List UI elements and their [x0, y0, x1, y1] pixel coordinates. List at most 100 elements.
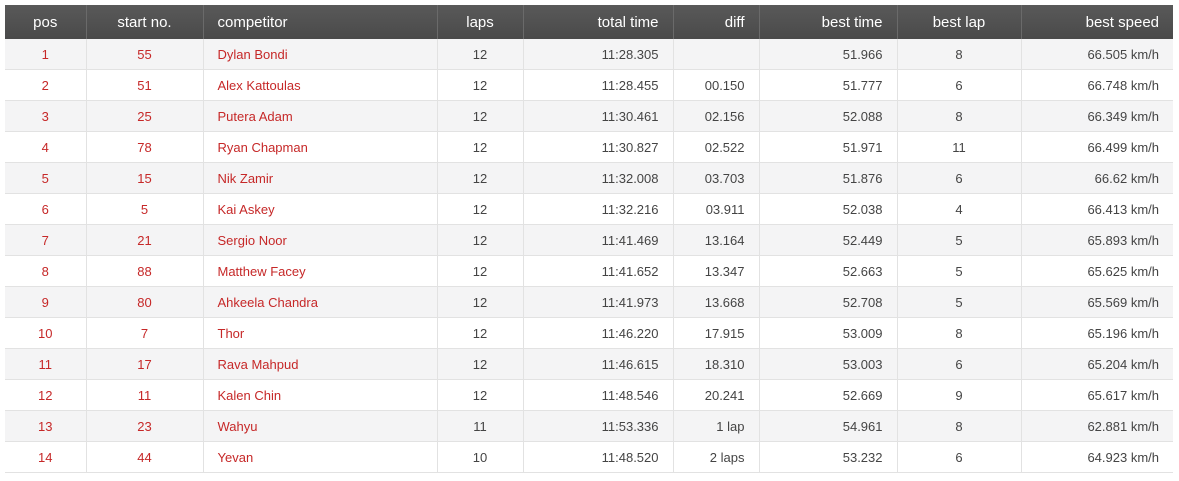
- best-lap-cell: 8: [897, 100, 1022, 132]
- laps-cell: 12: [437, 348, 524, 380]
- competitor-cell: Dylan Bondi: [203, 39, 438, 70]
- start-no-cell: 15: [86, 162, 204, 194]
- laps-cell: 12: [437, 131, 524, 163]
- laps-cell: 12: [437, 317, 524, 349]
- race-results-table: pos start no. competitor laps total time…: [5, 5, 1173, 473]
- results-table-container: pos start no. competitor laps total time…: [5, 5, 1173, 473]
- header-best-speed[interactable]: best speed: [1021, 5, 1173, 39]
- best-lap-cell: 6: [897, 162, 1022, 194]
- competitor-cell: Sergio Noor: [203, 224, 438, 256]
- competitor-cell: Matthew Facey: [203, 255, 438, 287]
- total-time-cell: 11:28.455: [523, 69, 674, 101]
- table-row: 13 23 Wahyu 11 11:53.336 1 lap 54.961 8 62.881 k…: [5, 410, 1173, 442]
- competitor-cell: Nik Zamir: [203, 162, 438, 194]
- header-total-time[interactable]: total time: [523, 5, 674, 39]
- best-time-cell: 52.038: [759, 193, 898, 225]
- best-speed-cell: 65.625 km/h: [1021, 255, 1173, 287]
- total-time-cell: 11:41.652: [523, 255, 674, 287]
- total-time-cell: 11:48.546: [523, 379, 674, 411]
- pos-cell: 6: [5, 193, 87, 225]
- start-no-cell: 51: [86, 69, 204, 101]
- competitor-link[interactable]: Ryan Chapman: [218, 140, 308, 155]
- laps-cell: 12: [437, 100, 524, 132]
- start-no-cell: 21: [86, 224, 204, 256]
- diff-cell: 03.703: [673, 162, 760, 194]
- total-time-cell: 11:30.827: [523, 131, 674, 163]
- total-time-cell: 11:30.461: [523, 100, 674, 132]
- pos-cell: 2: [5, 69, 87, 101]
- table-row: 11 17 Rava Mahpud 12 11:46.615 18.310 53.003 6 6…: [5, 348, 1173, 380]
- best-time-cell: 51.971: [759, 131, 898, 163]
- competitor-link[interactable]: Rava Mahpud: [218, 357, 299, 372]
- competitor-link[interactable]: Wahyu: [218, 419, 258, 434]
- competitor-cell: Kalen Chin: [203, 379, 438, 411]
- table-row: 12 11 Kalen Chin 12 11:48.546 20.241 52.669 9 65…: [5, 379, 1173, 411]
- best-speed-cell: 66.505 km/h: [1021, 39, 1173, 70]
- pos-cell: 5: [5, 162, 87, 194]
- diff-cell: 18.310: [673, 348, 760, 380]
- best-time-cell: 53.232: [759, 441, 898, 473]
- header-laps[interactable]: laps: [437, 5, 524, 39]
- best-lap-cell: 5: [897, 224, 1022, 256]
- diff-cell: 13.347: [673, 255, 760, 287]
- best-time-cell: 52.088: [759, 100, 898, 132]
- header-best-time[interactable]: best time: [759, 5, 898, 39]
- competitor-cell: Ryan Chapman: [203, 131, 438, 163]
- total-time-cell: 11:28.305: [523, 39, 674, 70]
- competitor-link[interactable]: Yevan: [218, 450, 254, 465]
- header-competitor[interactable]: competitor: [203, 5, 438, 39]
- best-speed-cell: 66.349 km/h: [1021, 100, 1173, 132]
- competitor-link[interactable]: Putera Adam: [218, 109, 293, 124]
- best-time-cell: 51.966: [759, 39, 898, 70]
- best-speed-cell: 64.923 km/h: [1021, 441, 1173, 473]
- best-time-cell: 52.663: [759, 255, 898, 287]
- pos-cell: 11: [5, 348, 87, 380]
- best-lap-cell: 8: [897, 39, 1022, 70]
- competitor-link[interactable]: Ahkeela Chandra: [218, 295, 318, 310]
- start-no-cell: 23: [86, 410, 204, 442]
- best-speed-cell: 65.893 km/h: [1021, 224, 1173, 256]
- competitor-link[interactable]: Kalen Chin: [218, 388, 282, 403]
- table-row: 7 21 Sergio Noor 12 11:41.469 13.164 52.449 5 65…: [5, 224, 1173, 256]
- competitor-link[interactable]: Thor: [218, 326, 245, 341]
- competitor-link[interactable]: Sergio Noor: [218, 233, 287, 248]
- best-speed-cell: 66.62 km/h: [1021, 162, 1173, 194]
- pos-cell: 3: [5, 100, 87, 132]
- total-time-cell: 11:32.216: [523, 193, 674, 225]
- best-speed-cell: 66.748 km/h: [1021, 69, 1173, 101]
- competitor-cell: Rava Mahpud: [203, 348, 438, 380]
- competitor-link[interactable]: Alex Kattoulas: [218, 78, 301, 93]
- total-time-cell: 11:48.520: [523, 441, 674, 473]
- header-diff[interactable]: diff: [673, 5, 760, 39]
- laps-cell: 10: [437, 441, 524, 473]
- header-start-no[interactable]: start no.: [86, 5, 204, 39]
- header-pos[interactable]: pos: [5, 5, 87, 39]
- competitor-cell: Alex Kattoulas: [203, 69, 438, 101]
- table-row: 2 51 Alex Kattoulas 12 11:28.455 00.150 51.777…: [5, 69, 1173, 101]
- competitor-link[interactable]: Nik Zamir: [218, 171, 274, 186]
- diff-cell: 00.150: [673, 69, 760, 101]
- competitor-link[interactable]: Matthew Facey: [218, 264, 306, 279]
- start-no-cell: 7: [86, 317, 204, 349]
- table-row: 6 5 Kai Askey 12 11:32.216 03.911 52.038 4 66.41…: [5, 193, 1173, 225]
- table-row: 3 25 Putera Adam 12 11:30.461 02.156 52.088 8 66…: [5, 100, 1173, 132]
- table-row: 9 80 Ahkeela Chandra 12 11:41.973 13.668 52.70…: [5, 286, 1173, 318]
- pos-cell: 1: [5, 39, 87, 70]
- diff-cell: 02.522: [673, 131, 760, 163]
- best-time-cell: 54.961: [759, 410, 898, 442]
- header-best-lap[interactable]: best lap: [897, 5, 1022, 39]
- table-row: 5 15 Nik Zamir 12 11:32.008 03.703 51.876 6 66.6…: [5, 162, 1173, 194]
- competitor-cell: Thor: [203, 317, 438, 349]
- best-speed-cell: 66.413 km/h: [1021, 193, 1173, 225]
- start-no-cell: 78: [86, 131, 204, 163]
- laps-cell: 12: [437, 162, 524, 194]
- best-lap-cell: 11: [897, 131, 1022, 163]
- best-time-cell: 52.449: [759, 224, 898, 256]
- competitor-link[interactable]: Dylan Bondi: [218, 47, 288, 62]
- pos-cell: 12: [5, 379, 87, 411]
- competitor-link[interactable]: Kai Askey: [218, 202, 275, 217]
- table-body: 1 55 Dylan Bondi 12 11:28.305 51.966 8 66.505 k…: [5, 39, 1173, 473]
- best-speed-cell: 65.196 km/h: [1021, 317, 1173, 349]
- pos-cell: 4: [5, 131, 87, 163]
- diff-cell: 02.156: [673, 100, 760, 132]
